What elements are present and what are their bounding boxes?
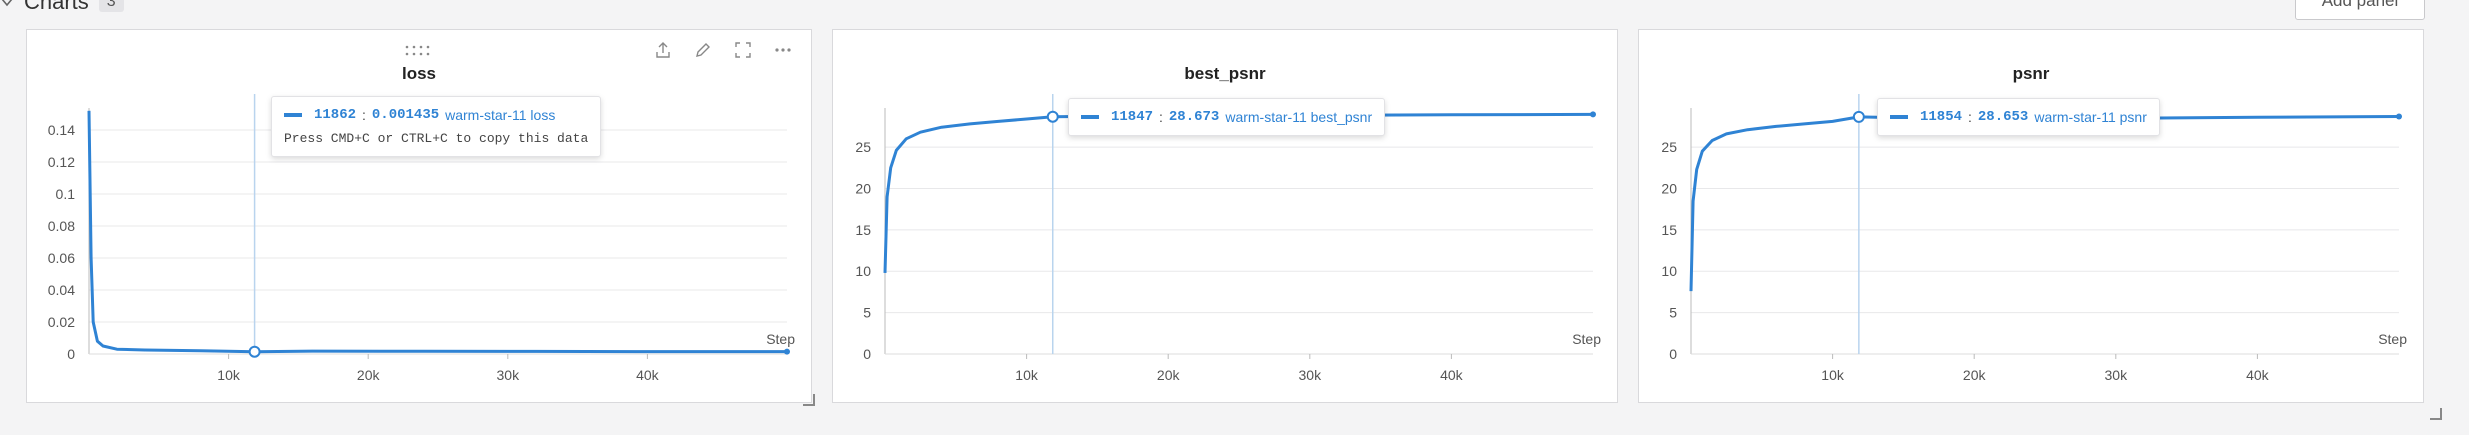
tooltip-value: 28.653 <box>1977 109 2029 125</box>
y-tick-label: 0.04 <box>48 282 75 298</box>
y-tick-label: 20 <box>855 180 871 196</box>
chart-panel-loss[interactable]: loss 0 0.02 0.04 0.06 0.08 0.1 0.12 0.14 10k 20k 3… <box>26 29 815 406</box>
x-tick-label: 40k <box>636 367 660 383</box>
series-end-point <box>784 348 790 355</box>
chart-panel-psnr[interactable]: psnr 0 5 10 15 20 25 10k 20k 30k 40k Step 11854: 2… <box>1638 29 2424 403</box>
chart-panel-best-psnr[interactable]: best_psnr 0 5 10 15 20 25 10k 20k 30k 40k Step 118… <box>832 29 1618 403</box>
tooltip-series: warm-star-11 psnr <box>2034 109 2147 125</box>
section-header[interactable]: Charts 3 <box>0 0 124 16</box>
y-tick-label: 15 <box>855 222 871 238</box>
hover-point <box>1046 110 1059 123</box>
y-tick-label: 0.14 <box>48 122 75 138</box>
y-tick-label: 0.02 <box>48 314 75 330</box>
tooltip-series: warm-star-11 loss <box>445 107 556 123</box>
x-tick-label: 10k <box>1821 367 1845 383</box>
tooltip-hint: Press CMD+C or CTRL+C to copy this data <box>284 131 589 146</box>
y-tick-label: 0.08 <box>48 218 75 234</box>
x-tick-label: 40k <box>1440 367 1464 383</box>
y-tick-label: 0.1 <box>56 186 76 202</box>
tooltip-step: 11862 <box>314 107 357 123</box>
y-tick-label: 15 <box>1661 222 1677 238</box>
panel-count-badge: 3 <box>98 0 124 12</box>
section-title: Charts <box>24 0 89 14</box>
x-tick-label: 10k <box>1015 367 1039 383</box>
y-tick-label: 0 <box>863 346 871 362</box>
chart-tooltip: 11847: 28.673 warm-star-11 best_psnr <box>1068 98 1386 136</box>
chevron-down-icon[interactable] <box>0 0 14 9</box>
x-tick-label: 20k <box>357 367 381 383</box>
x-tick-label: 30k <box>1299 367 1323 383</box>
x-tick-label: 40k <box>2246 367 2270 383</box>
y-tick-label: 0.06 <box>48 250 75 266</box>
y-tick-label: 25 <box>1661 139 1677 155</box>
psnr-chart[interactable]: 0 5 10 15 20 25 10k 20k 30k 40k Step <box>1639 30 2425 404</box>
y-tick-label: 5 <box>863 305 871 321</box>
tooltip-value: 28.673 <box>1168 109 1220 125</box>
y-tick-label: 10 <box>855 263 871 279</box>
x-tick-label: 10k <box>217 367 241 383</box>
loss-chart[interactable]: 0 0.02 0.04 0.06 0.08 0.1 0.12 0.14 10k 20k 30k 40k… <box>27 30 813 404</box>
chart-tooltip: 11862: 0.001435 warm-star-11 loss Press … <box>271 96 602 157</box>
resize-handle[interactable] <box>2430 408 2442 420</box>
best-psnr-chart[interactable]: 0 5 10 15 20 25 10k 20k 30k 40k Step <box>833 30 1619 404</box>
y-tick-label: 0 <box>1669 346 1677 362</box>
tooltip-step: 11847 <box>1111 109 1154 125</box>
x-axis-label: Step <box>766 331 795 347</box>
x-tick-label: 20k <box>1963 367 1987 383</box>
series-swatch <box>1081 115 1099 119</box>
hover-point <box>248 345 261 358</box>
series-swatch <box>1890 115 1908 119</box>
hover-point <box>1852 110 1865 123</box>
tooltip-series: warm-star-11 best_psnr <box>1225 109 1373 125</box>
add-panel-button[interactable]: Add panel <box>2295 0 2425 20</box>
y-tick-label: 10 <box>1661 263 1677 279</box>
y-tick-label: 0 <box>67 346 75 362</box>
series-line <box>1689 115 2400 292</box>
y-tick-label: 5 <box>1669 305 1677 321</box>
x-tick-label: 30k <box>497 367 521 383</box>
chart-tooltip: 11854: 28.653 warm-star-11 psnr <box>1877 98 2160 136</box>
series-line <box>883 112 1594 273</box>
x-tick-label: 30k <box>2105 367 2129 383</box>
y-tick-label: 0.12 <box>48 154 75 170</box>
y-tick-label: 20 <box>1661 180 1677 196</box>
y-tick-label: 25 <box>855 139 871 155</box>
series-end-point <box>1590 111 1596 118</box>
tooltip-step: 11854 <box>1920 109 1963 125</box>
resize-handle[interactable] <box>803 394 815 406</box>
x-axis-label: Step <box>2378 331 2407 347</box>
tooltip-value: 0.001435 <box>371 107 440 123</box>
series-swatch <box>284 113 302 117</box>
x-tick-label: 20k <box>1157 367 1181 383</box>
series-end-point <box>2396 113 2402 120</box>
x-axis-label: Step <box>1572 331 1601 347</box>
